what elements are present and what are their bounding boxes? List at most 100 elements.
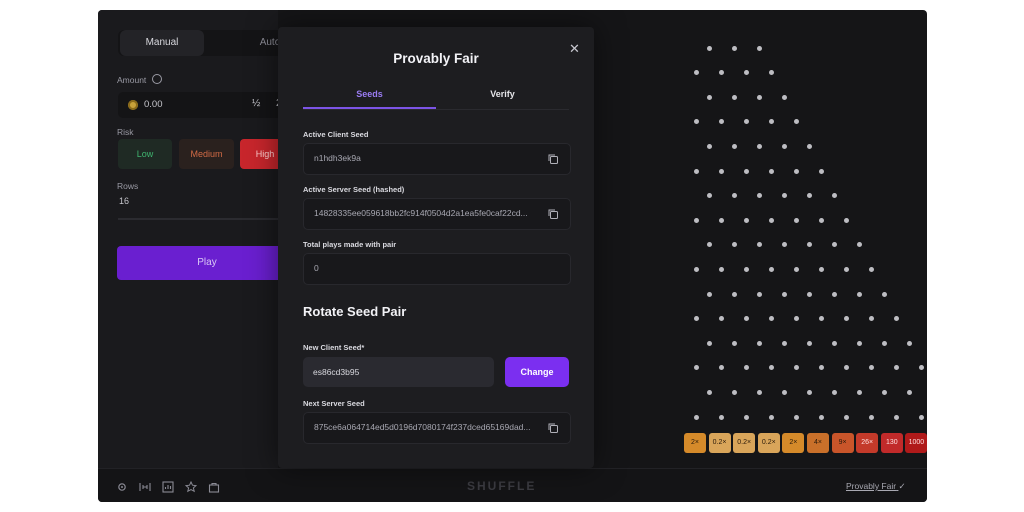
close-icon[interactable]: ✕ xyxy=(569,41,580,57)
peg xyxy=(719,266,724,272)
peg xyxy=(844,217,849,223)
coin-icon xyxy=(128,100,138,110)
copy-icon[interactable] xyxy=(547,207,559,219)
rotate-seed-title: Rotate Seed Pair xyxy=(303,304,407,319)
peg xyxy=(769,217,774,223)
play-button[interactable]: Play xyxy=(117,246,297,280)
peg xyxy=(856,389,862,395)
peg xyxy=(769,414,774,420)
risk-low-button[interactable]: Low xyxy=(118,139,172,169)
peg xyxy=(756,340,762,346)
multiplier-slot: 9× xyxy=(831,433,854,453)
peg xyxy=(881,291,887,297)
multiplier-slot: 26× xyxy=(856,433,879,453)
peg xyxy=(744,365,749,371)
peg xyxy=(819,414,824,420)
chart-icon[interactable] xyxy=(162,480,174,493)
tab-manual[interactable]: Manual xyxy=(120,30,204,56)
peg xyxy=(781,389,787,395)
peg xyxy=(894,365,899,371)
active-tab-indicator xyxy=(303,107,436,109)
total-plays-field: 0 xyxy=(303,253,571,285)
peg xyxy=(781,193,787,199)
change-button[interactable]: Change xyxy=(505,357,569,387)
peg xyxy=(919,414,924,420)
provably-fair-link-text: Provably Fair xyxy=(846,481,897,491)
copy-icon[interactable] xyxy=(547,421,559,433)
peg xyxy=(831,291,837,297)
peg xyxy=(706,94,712,100)
copy-icon[interactable] xyxy=(547,152,559,164)
peg xyxy=(856,242,862,248)
bag-icon[interactable] xyxy=(208,480,220,493)
peg xyxy=(794,316,799,322)
peg xyxy=(781,340,787,346)
multiplier-slot: 130 xyxy=(880,433,903,453)
peg xyxy=(694,414,699,420)
tab-seeds[interactable]: Seeds xyxy=(303,89,436,99)
peg xyxy=(831,193,837,199)
multiplier-slot: 1000 xyxy=(905,433,927,453)
peg xyxy=(719,70,724,76)
peg xyxy=(756,45,762,51)
peg xyxy=(781,242,787,248)
footer-bar: SHUFFLE Provably Fair ✓ xyxy=(98,468,927,502)
next-server-seed-label: Next Server Seed xyxy=(303,399,365,408)
peg xyxy=(919,365,924,371)
active-server-seed-value: 14828335ee059618bb2fc914f0504d2a1ea5fe0c… xyxy=(314,208,528,218)
multiplier-slot: 0.2× xyxy=(708,433,731,453)
peg xyxy=(694,217,699,223)
peg xyxy=(794,217,799,223)
peg xyxy=(906,389,912,395)
peg xyxy=(819,316,824,322)
provably-fair-link[interactable]: Provably Fair ✓ xyxy=(846,481,906,492)
settings-icon[interactable] xyxy=(116,480,128,492)
amount-input[interactable]: 0.00 ½ 2× xyxy=(118,92,298,118)
check-icon: ✓ xyxy=(898,481,906,491)
peg xyxy=(744,316,749,322)
next-server-seed-field[interactable]: 875ce6a064714ed5d0196d7080174f237dced651… xyxy=(303,412,571,444)
multiplier-slot: 0.2× xyxy=(757,433,780,453)
rows-slider[interactable] xyxy=(118,218,298,220)
peg xyxy=(769,119,774,125)
modal-tabs: Seeds Verify xyxy=(303,87,569,110)
peg xyxy=(869,414,874,420)
info-icon xyxy=(151,74,162,84)
peg xyxy=(694,266,699,272)
active-server-seed-field[interactable]: 14828335ee059618bb2fc914f0504d2a1ea5fe0c… xyxy=(303,198,571,230)
peg xyxy=(694,168,699,174)
new-client-seed-field[interactable] xyxy=(303,357,494,387)
star-icon[interactable] xyxy=(184,480,198,493)
peg xyxy=(794,119,799,125)
peg xyxy=(906,340,912,346)
multiplier-slot: 2× xyxy=(782,433,805,453)
new-client-seed-input[interactable] xyxy=(303,357,494,387)
peg xyxy=(794,168,799,174)
peg xyxy=(744,70,749,76)
plinko-board: 2× 0.2× 0.2× 0.2× 2× 4× 9× 26× 130 1000 xyxy=(594,10,927,468)
peg xyxy=(756,94,762,100)
stats-icon[interactable] xyxy=(139,480,151,492)
tab-verify[interactable]: Verify xyxy=(436,89,569,99)
peg xyxy=(894,316,899,322)
peg xyxy=(781,143,787,149)
peg xyxy=(694,70,699,76)
peg xyxy=(694,365,699,371)
peg xyxy=(719,365,724,371)
multiplier-slot: 4× xyxy=(807,433,829,453)
active-client-seed-field[interactable]: n1hdh3ek9a xyxy=(303,143,571,175)
peg xyxy=(756,143,762,149)
peg xyxy=(769,70,774,76)
peg xyxy=(881,389,887,395)
peg xyxy=(844,266,849,272)
peg xyxy=(831,389,837,395)
peg xyxy=(706,340,712,346)
risk-medium-button[interactable]: Medium xyxy=(179,139,234,169)
peg xyxy=(806,242,812,248)
half-button[interactable]: ½ xyxy=(252,98,260,109)
peg xyxy=(731,340,737,346)
peg xyxy=(706,143,712,149)
peg xyxy=(881,340,887,346)
peg xyxy=(706,389,712,395)
peg xyxy=(756,193,762,199)
